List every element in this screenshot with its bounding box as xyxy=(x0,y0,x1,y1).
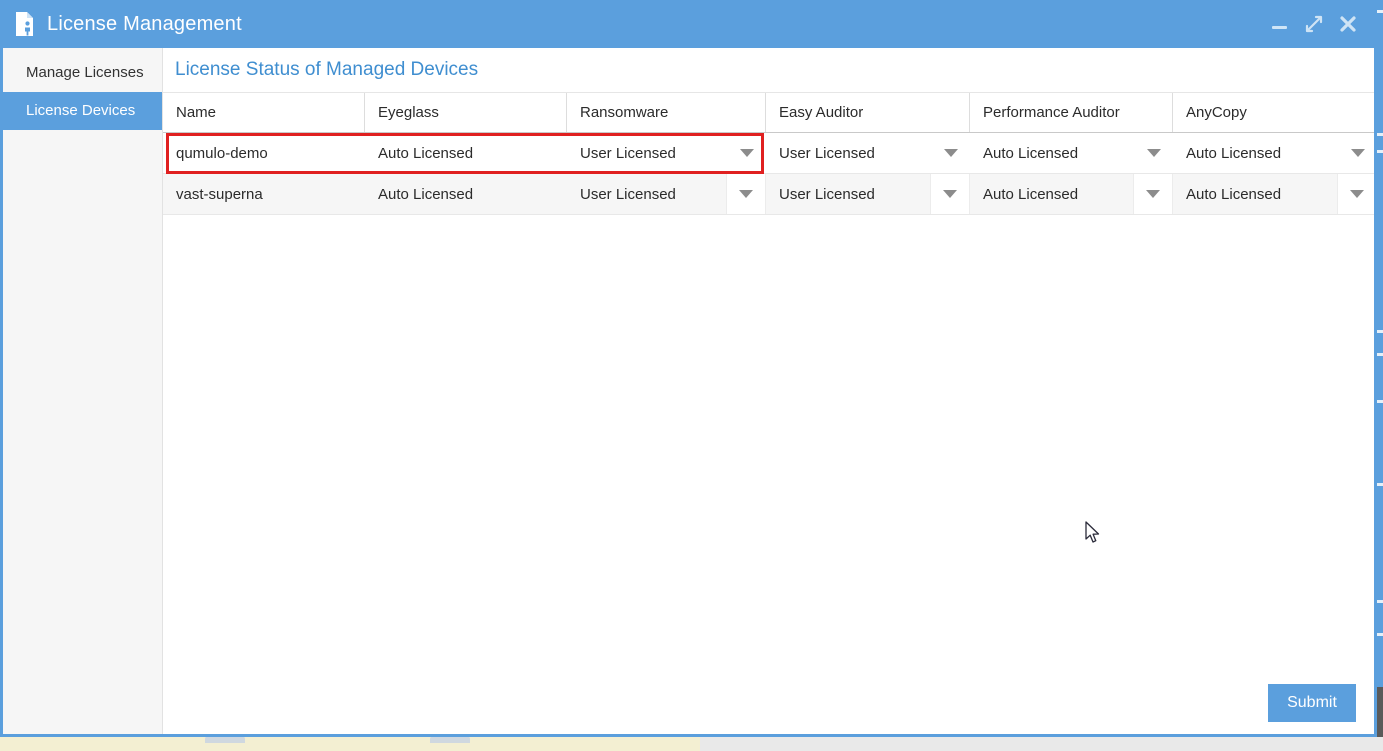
dropdown-anycopy[interactable]: Auto Licensed xyxy=(1173,174,1374,214)
dropdown-value: User Licensed xyxy=(779,185,875,203)
chevron-down-icon[interactable] xyxy=(1135,133,1173,173)
content-panel: License Status of Managed Devices Name E… xyxy=(163,48,1374,734)
chevron-down-icon[interactable] xyxy=(728,133,766,173)
maximize-icon[interactable] xyxy=(1304,14,1324,34)
backdrop-tab xyxy=(430,736,470,743)
dropdown-easy-auditor[interactable]: User Licensed xyxy=(766,174,970,214)
sidebar-item-label: Manage Licenses xyxy=(26,64,144,81)
dropdown-easy-auditor[interactable]: User Licensed xyxy=(766,133,970,173)
dropdown-value: User Licensed xyxy=(580,185,676,203)
dropdown-performance-auditor[interactable]: Auto Licensed xyxy=(970,174,1173,214)
dialog-body: Manage Licenses License Devices License … xyxy=(3,48,1374,734)
column-header-name[interactable]: Name xyxy=(163,93,365,132)
dropdown-value: Auto Licensed xyxy=(983,144,1079,162)
chevron-down-icon[interactable] xyxy=(1339,133,1374,173)
cell-name: qumulo-demo xyxy=(176,144,268,162)
license-table: Name Eyeglass Ransomware Easy Auditor Pe… xyxy=(163,92,1374,215)
dropdown-ransomware[interactable]: User Licensed xyxy=(567,133,766,173)
column-header-eyeglass[interactable]: Eyeglass xyxy=(365,93,567,132)
table-header-row: Name Eyeglass Ransomware Easy Auditor Pe… xyxy=(163,93,1374,133)
column-header-performance-auditor[interactable]: Performance Auditor xyxy=(970,93,1173,132)
column-header-ransomware[interactable]: Ransomware xyxy=(567,93,766,132)
column-header-easy-auditor[interactable]: Easy Auditor xyxy=(766,93,970,132)
dropdown-value: User Licensed xyxy=(779,144,875,162)
sidebar-item-label: License Devices xyxy=(26,102,136,119)
dropdown-ransomware[interactable]: User Licensed xyxy=(567,174,766,214)
backdrop-strip-left xyxy=(0,737,700,751)
submit-button[interactable]: Submit xyxy=(1268,684,1356,722)
column-header-anycopy[interactable]: AnyCopy xyxy=(1173,93,1374,132)
cell-eyeglass: Auto Licensed xyxy=(378,185,474,203)
dropdown-performance-auditor[interactable]: Auto Licensed xyxy=(970,133,1173,173)
chevron-down-icon[interactable] xyxy=(726,174,766,214)
window-titlebar[interactable]: License Management xyxy=(3,0,1374,48)
dropdown-value: User Licensed xyxy=(580,144,676,162)
dropdown-anycopy[interactable]: Auto Licensed xyxy=(1173,133,1374,173)
document-person-icon xyxy=(15,11,37,37)
backdrop-tab xyxy=(205,736,245,743)
chevron-down-icon[interactable] xyxy=(930,174,970,214)
window-title: License Management xyxy=(47,12,242,35)
dropdown-value: Auto Licensed xyxy=(1186,185,1282,203)
table-row[interactable]: qumulo-demo Auto Licensed User Licensed … xyxy=(163,133,1374,174)
cell-name: vast-superna xyxy=(176,185,263,203)
chevron-down-icon[interactable] xyxy=(1337,174,1374,214)
chevron-down-icon[interactable] xyxy=(932,133,970,173)
dialog-footer: Submit xyxy=(163,672,1374,734)
backdrop-bottom-strip xyxy=(0,736,1383,751)
table-row[interactable]: vast-superna Auto Licensed User Licensed… xyxy=(163,174,1374,215)
panel-subtitle: License Status of Managed Devices xyxy=(175,59,479,80)
close-icon[interactable] xyxy=(1338,14,1358,34)
license-management-dialog: License Management Manage Licenses Licen… xyxy=(0,0,1377,737)
dropdown-value: Auto Licensed xyxy=(983,185,1079,203)
dropdown-value: Auto Licensed xyxy=(1186,144,1282,162)
cell-eyeglass: Auto Licensed xyxy=(378,144,474,162)
minimize-icon[interactable] xyxy=(1270,14,1290,34)
window-controls xyxy=(1270,0,1358,48)
sidebar-item-license-devices[interactable]: License Devices xyxy=(3,92,162,130)
sidebar-item-manage-licenses[interactable]: Manage Licenses xyxy=(3,54,162,92)
chevron-down-icon[interactable] xyxy=(1133,174,1173,214)
sidebar: Manage Licenses License Devices xyxy=(3,48,163,734)
